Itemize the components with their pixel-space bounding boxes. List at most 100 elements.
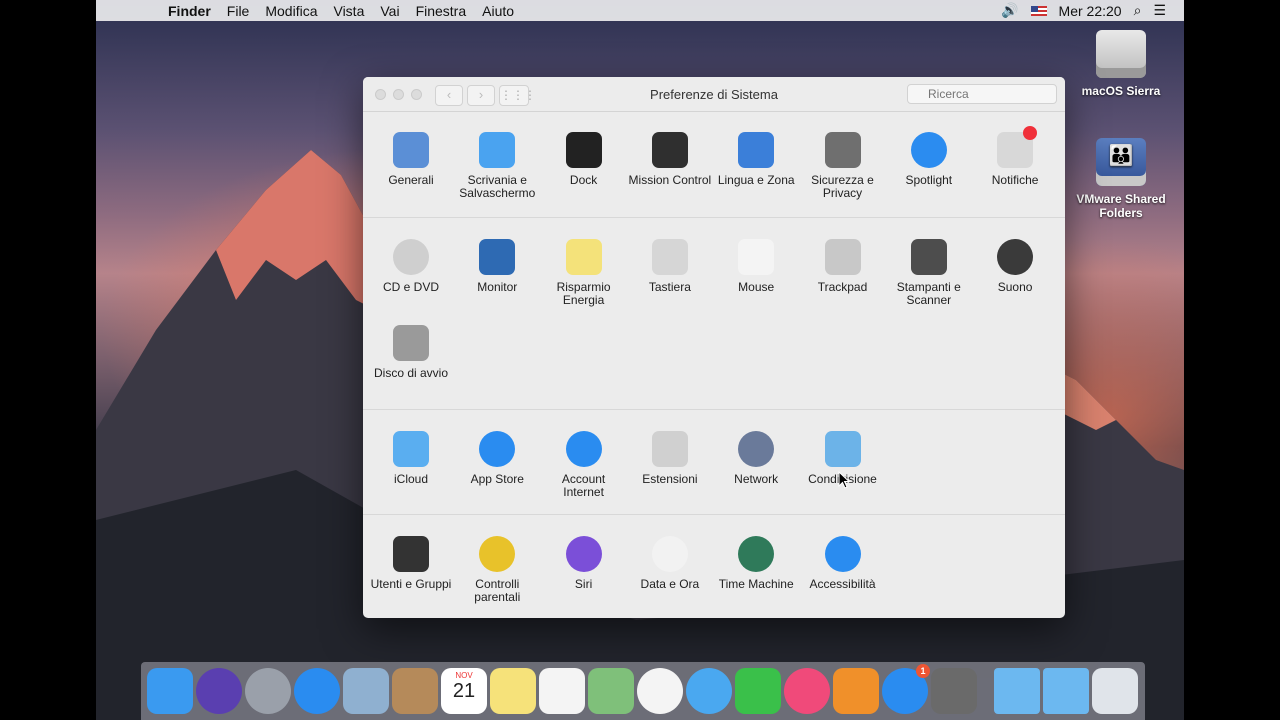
siri-icon: [565, 536, 602, 572]
menu-finder[interactable]: Finder: [160, 3, 219, 19]
pref-pane-cd-dvd[interactable]: CD e DVD: [368, 239, 454, 294]
pref-pane-siri[interactable]: Siri: [541, 536, 627, 591]
pref-pane-energy[interactable]: Risparmio Energia: [541, 239, 627, 307]
pref-pane-label: Suono: [997, 280, 1033, 294]
menu-finestra[interactable]: Finestra: [408, 3, 475, 19]
pref-pane-keyboard[interactable]: Tastiera: [627, 239, 713, 294]
dock-applications-folder-icon[interactable]: [1043, 668, 1089, 714]
pref-pane-trackpad[interactable]: Trackpad: [800, 239, 886, 294]
dock-reminders-icon[interactable]: [539, 668, 585, 714]
dock-calendar-icon[interactable]: NOV 21: [441, 668, 487, 714]
dock-ibooks-icon[interactable]: [833, 668, 879, 714]
dock-downloads-folder-icon[interactable]: [994, 668, 1040, 714]
menu-modifica[interactable]: Modifica: [257, 3, 325, 19]
pref-pane-label: Dock: [569, 173, 598, 187]
cd-dvd-icon: [393, 239, 429, 275]
status-area: 🔊 Mer 22:20 ⌕ ☰: [1001, 2, 1184, 19]
dock-facetime-icon[interactable]: [735, 668, 781, 714]
pref-pane-notifications[interactable]: Notifiche: [972, 126, 1058, 187]
monitor-icon: [479, 239, 516, 275]
dock-mail-stamp-icon[interactable]: [343, 668, 389, 714]
notification-badge-icon: [1023, 126, 1038, 140]
pref-pane-label: Mission Control: [628, 173, 712, 187]
shared-folders-drive-icon: 👪: [1096, 138, 1146, 186]
dock-launchpad-icon[interactable]: [245, 668, 291, 714]
pref-pane-label: Controlli parentali: [474, 577, 521, 604]
pref-pane-sound[interactable]: Suono: [972, 239, 1058, 294]
input-source-flag-icon[interactable]: [1030, 5, 1047, 16]
prefs-section: Utenti e Gruppi Controlli parentali Siri Da…: [363, 514, 1065, 618]
dock-system-preferences-icon[interactable]: [931, 668, 977, 714]
prefs-section: Generali Scrivania e Salvaschermo Dock Miss…: [363, 111, 1065, 217]
pref-pane-monitor[interactable]: Monitor: [454, 239, 540, 294]
desktop-icon-vmware-shared-folders[interactable]: 👪 VMware Shared Folders: [1066, 138, 1176, 220]
pref-pane-label: iCloud: [393, 472, 429, 486]
sound-icon: [997, 239, 1034, 275]
volume-icon[interactable]: 🔊: [1001, 2, 1018, 19]
notification-center-icon[interactable]: ☰: [1153, 2, 1166, 19]
search-input[interactable]: [907, 84, 1057, 104]
pref-pane-language-region[interactable]: Lingua e Zona: [713, 132, 799, 187]
pref-pane-app-store[interactable]: App Store: [454, 431, 540, 486]
app-store-icon: [479, 431, 516, 467]
notifications-icon: [997, 126, 1038, 168]
pref-pane-internet-accounts[interactable]: Account Internet: [541, 431, 627, 499]
menu-vai[interactable]: Vai: [372, 3, 407, 19]
pref-pane-label: Utenti e Gruppi: [370, 577, 452, 591]
dock-maps-icon[interactable]: [588, 668, 634, 714]
dock-finder-icon[interactable]: [147, 668, 193, 714]
pref-pane-label: Notifiche: [991, 173, 1039, 187]
pref-pane-time-machine[interactable]: Time Machine: [713, 536, 799, 591]
pref-pane-accessibility[interactable]: Accessibilità: [800, 536, 886, 591]
pref-pane-desktop-screensaver[interactable]: Scrivania e Salvaschermo: [454, 132, 540, 200]
pref-pane-printer[interactable]: Stampanti e Scanner: [886, 239, 972, 307]
dock-siri-icon[interactable]: [196, 668, 242, 714]
desktop-icon-label: VMware Shared Folders: [1076, 192, 1166, 220]
pref-pane-mouse[interactable]: Mouse: [713, 239, 799, 294]
dock-notes-icon[interactable]: [490, 668, 536, 714]
pref-pane-parental-controls[interactable]: Controlli parentali: [454, 536, 540, 604]
menu-file[interactable]: File: [219, 3, 258, 19]
pref-pane-users-groups[interactable]: Utenti e Gruppi: [368, 536, 454, 591]
pref-pane-label: Generali: [388, 173, 434, 187]
accessibility-icon: [824, 536, 861, 572]
spotlight-search-icon[interactable]: ⌕: [1134, 2, 1142, 19]
pref-pane-label: App Store: [470, 472, 524, 486]
menu-bar: Finder File Modifica Vista Vai Finestra …: [96, 0, 1184, 21]
dock-messages-icon[interactable]: [686, 668, 732, 714]
pref-pane-dock[interactable]: Dock: [541, 132, 627, 187]
pref-pane-label: Time Machine: [718, 577, 794, 591]
pref-pane-label: Disco di avvio: [373, 366, 449, 380]
pref-pane-spotlight[interactable]: Spotlight: [886, 132, 972, 187]
pref-pane-extensions[interactable]: Estensioni: [627, 431, 713, 486]
clock[interactable]: Mer 22:20: [1059, 3, 1122, 19]
dock-app-store-icon[interactable]: 1: [882, 664, 930, 714]
internet-accounts-icon: [565, 431, 602, 467]
sharing-icon: [824, 431, 861, 467]
time-machine-icon: [738, 536, 775, 572]
pref-pane-mission-control[interactable]: Mission Control: [627, 132, 713, 187]
calendar-month: NOV: [455, 671, 473, 680]
dock-itunes-icon[interactable]: [784, 668, 830, 714]
pref-pane-startup-disk[interactable]: Disco di avvio: [368, 325, 454, 380]
keyboard-icon: [651, 239, 688, 275]
dock-photos-icon[interactable]: [637, 668, 683, 714]
pref-pane-network[interactable]: Network: [713, 431, 799, 486]
pref-pane-general[interactable]: Generali: [368, 132, 454, 187]
pref-pane-icloud[interactable]: iCloud: [368, 431, 454, 486]
pref-pane-security[interactable]: Sicurezza e Privacy: [800, 132, 886, 200]
pref-pane-label: Trackpad: [817, 280, 868, 294]
pref-pane-label: Estensioni: [642, 472, 698, 486]
mission-control-icon: [651, 132, 688, 168]
dock-safari-icon[interactable]: [294, 668, 340, 714]
menu-aiuto[interactable]: Aiuto: [474, 3, 522, 19]
language-region-icon: [738, 132, 775, 168]
dock-contacts-icon[interactable]: [392, 668, 438, 714]
desktop-icon-macos-sierra[interactable]: macOS Sierra: [1066, 30, 1176, 98]
menu-vista[interactable]: Vista: [325, 3, 372, 19]
mouse-cursor-icon: [838, 471, 850, 489]
pref-pane-date-time[interactable]: Data e Ora: [627, 536, 713, 591]
dock-icon: [565, 132, 602, 168]
dock-trash-icon[interactable]: [1092, 668, 1138, 714]
desktop-screensaver-icon: [479, 132, 516, 168]
